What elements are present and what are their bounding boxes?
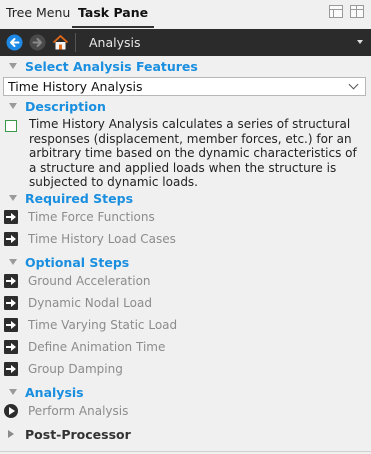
- description-checkbox-icon: [5, 120, 17, 132]
- collapse-triangle-icon: [9, 389, 17, 395]
- step-dynamic-nodal-load[interactable]: Dynamic Nodal Load: [0, 294, 371, 312]
- step-arrow-icon: [4, 274, 18, 288]
- expand-triangle-icon: [8, 430, 14, 438]
- step-label: Group Damping: [28, 362, 123, 376]
- step-define-animation-time[interactable]: Define Animation Time: [0, 338, 371, 356]
- tab-bar: Tree Menu Task Pane: [0, 0, 371, 28]
- layout-split-icon[interactable]: [350, 5, 364, 18]
- collapse-triangle-icon: [9, 63, 17, 69]
- step-label: Time History Load Cases: [28, 232, 176, 246]
- step-arrow-icon: [4, 232, 18, 246]
- tab-tree-menu[interactable]: Tree Menu: [0, 0, 76, 26]
- collapse-triangle-icon: [9, 103, 17, 109]
- dropdown-value: Time History Analysis: [8, 79, 143, 94]
- nav-bar: Analysis: [0, 29, 371, 56]
- analysis-feature-dropdown[interactable]: Time History Analysis: [3, 77, 366, 96]
- step-label: Define Animation Time: [28, 340, 166, 354]
- step-label: Time Force Functions: [28, 210, 155, 224]
- step-arrow-icon: [4, 362, 18, 376]
- section-title: Optional Steps: [25, 255, 130, 270]
- chevron-down-icon: [348, 79, 359, 90]
- step-arrow-icon: [4, 318, 18, 332]
- step-label: Ground Acceleration: [28, 274, 151, 288]
- nav-title: Analysis: [89, 35, 141, 50]
- section-title: Required Steps: [25, 191, 134, 206]
- collapse-triangle-icon: [9, 259, 17, 265]
- step-time-force-functions[interactable]: Time Force Functions: [0, 208, 371, 226]
- section-title: Description: [25, 99, 106, 114]
- nav-dropdown-caret-icon[interactable]: [357, 40, 363, 44]
- layout-single-icon[interactable]: [329, 5, 343, 18]
- section-title: Analysis: [25, 385, 84, 400]
- nav-separator: [75, 33, 76, 52]
- step-label: Perform Analysis: [28, 404, 129, 418]
- step-time-varying-static-load[interactable]: Time Varying Static Load: [0, 316, 371, 334]
- forward-icon[interactable]: [29, 34, 46, 51]
- bottom-divider: [0, 451, 371, 452]
- step-label: Time Varying Static Load: [28, 318, 178, 332]
- step-arrow-icon: [4, 210, 18, 224]
- collapse-triangle-icon: [9, 195, 17, 201]
- tab-task-pane[interactable]: Task Pane: [72, 0, 155, 28]
- play-icon: [4, 404, 18, 418]
- description-text: Time History Analysis calculates a serie…: [29, 117, 357, 190]
- task-pane-window: Tree Menu Task Pane Analysis Select Anal…: [0, 0, 371, 454]
- home-icon[interactable]: [52, 34, 69, 51]
- back-icon[interactable]: [6, 34, 23, 51]
- step-time-history-load-cases[interactable]: Time History Load Cases: [0, 230, 371, 248]
- step-label: Dynamic Nodal Load: [28, 296, 152, 310]
- step-group-damping[interactable]: Group Damping: [0, 360, 371, 378]
- step-arrow-icon: [4, 340, 18, 354]
- step-arrow-icon: [4, 296, 18, 310]
- section-title: Select Analysis Features: [25, 59, 198, 74]
- section-title: Post-Processor: [25, 427, 131, 442]
- step-perform-analysis[interactable]: Perform Analysis: [0, 402, 371, 420]
- step-ground-acceleration[interactable]: Ground Acceleration: [0, 272, 371, 290]
